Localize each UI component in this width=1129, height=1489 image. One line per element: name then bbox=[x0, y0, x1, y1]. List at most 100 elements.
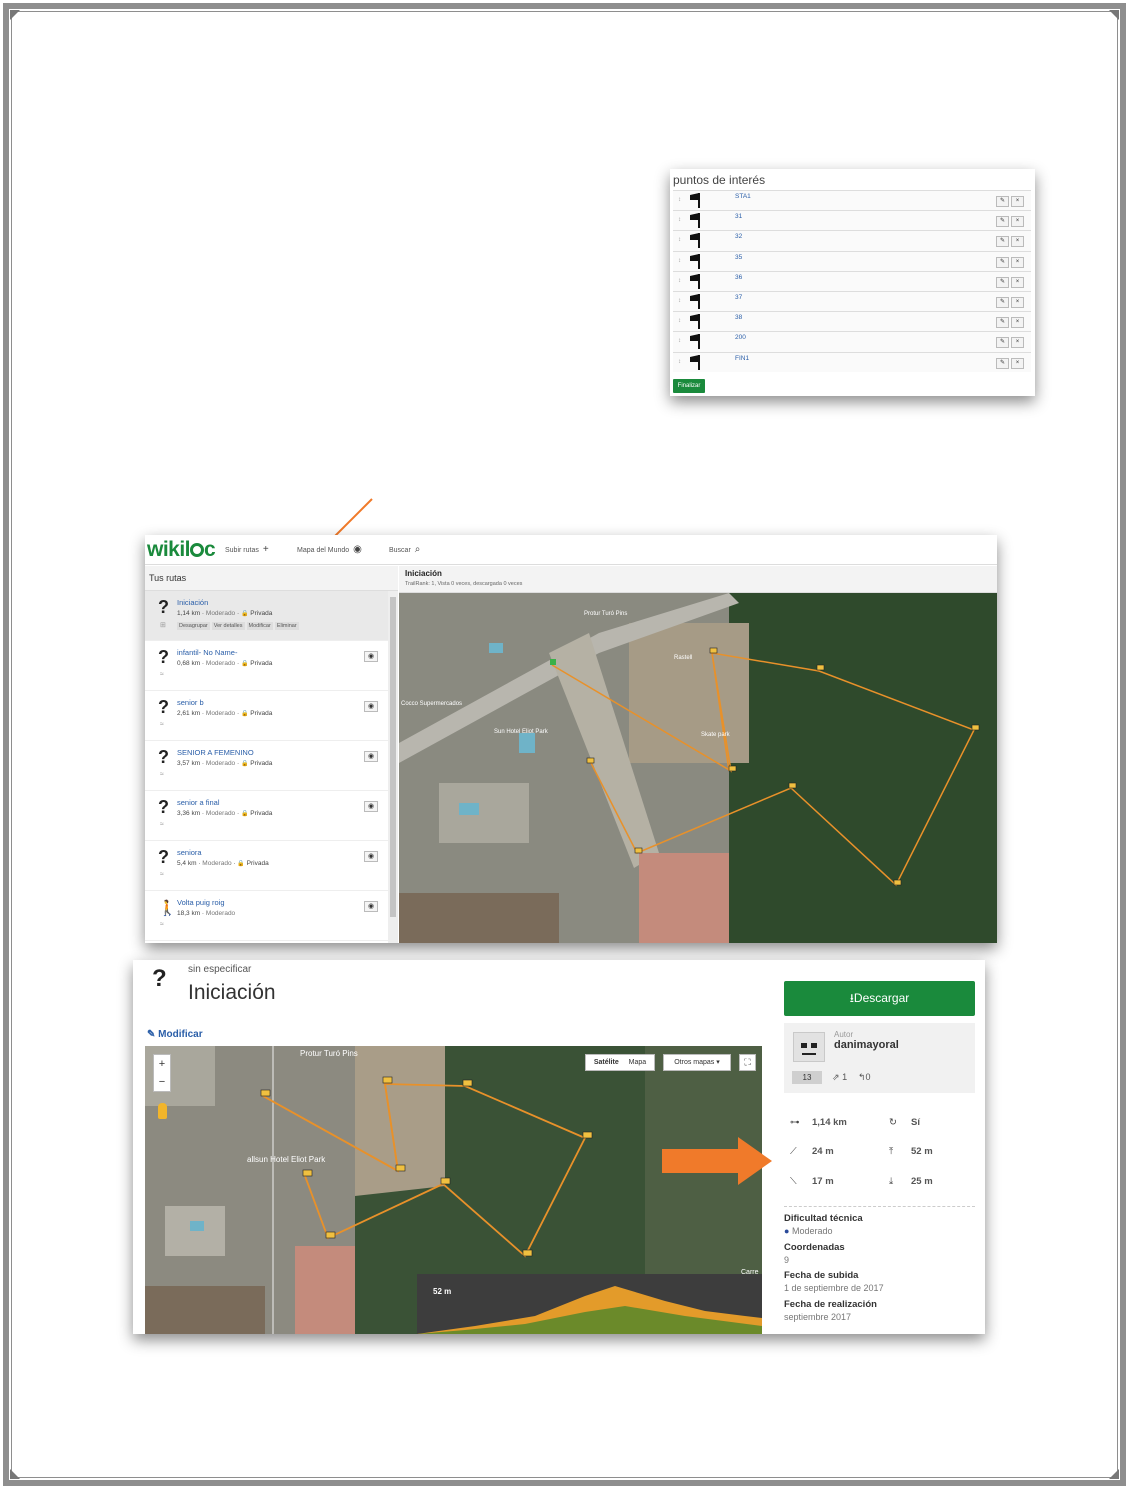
difficulty-dot-icon: ● bbox=[784, 1226, 790, 1236]
corner-mark bbox=[1109, 10, 1119, 20]
drag-handle-icon[interactable]: ↕ bbox=[678, 197, 681, 203]
route-map[interactable]: Protur Turó Pins allsun Hotel Eliot Park… bbox=[145, 1046, 762, 1334]
poi-name[interactable]: FIN1 bbox=[735, 355, 749, 362]
other-maps-dropdown[interactable]: Otros mapas ▾ bbox=[663, 1054, 731, 1071]
download-button[interactable]: ⭳Descargar bbox=[784, 981, 975, 1016]
pegman-icon[interactable] bbox=[158, 1103, 167, 1119]
pencil-icon[interactable]: ✎ bbox=[996, 276, 1009, 288]
pencil-icon[interactable]: ✎ bbox=[996, 296, 1009, 308]
route-name[interactable]: senior a final bbox=[177, 798, 220, 807]
activity-unknown-icon: ? bbox=[158, 647, 169, 667]
route-list-item[interactable]: ? ≈ senior a final 3,36 km · Moderado · 🔒 P… bbox=[145, 791, 388, 841]
pencil-icon[interactable]: ✎ bbox=[996, 236, 1009, 248]
pencil-icon[interactable]: ✎ bbox=[996, 216, 1009, 228]
route-name[interactable]: seniora bbox=[177, 848, 202, 857]
satellite-button[interactable]: Satélite bbox=[594, 1059, 619, 1066]
pencil-icon[interactable]: ✎ bbox=[996, 196, 1009, 207]
followers-icon: ⇗ bbox=[832, 1072, 840, 1082]
poi-list: ↕ STA1 ✎ × ↕ 31 ✎ × ↕ 32 ✎ × ↕ 35 ✎ × ↕ 36 ✎ × ↕ 37 ✎ × ↕ 38 ✎ × ↕ 20… bbox=[673, 190, 1031, 372]
flag-icon bbox=[690, 354, 700, 370]
search-link[interactable]: Buscar ⌕ bbox=[389, 544, 420, 555]
drag-handle-icon[interactable]: ↕ bbox=[678, 217, 681, 223]
pencil-icon[interactable]: ✎ bbox=[996, 317, 1009, 329]
eye-icon[interactable]: ◉ bbox=[364, 701, 378, 712]
route-name[interactable]: SENIOR A FEMENINO bbox=[177, 748, 254, 757]
wikiloc-logo[interactable]: wikilocwikilc bbox=[147, 538, 216, 562]
eye-icon[interactable]: ◉ bbox=[364, 651, 378, 662]
eye-icon[interactable]: ◉ bbox=[364, 801, 378, 812]
poi-name[interactable]: STA1 bbox=[735, 193, 751, 200]
world-map-link[interactable]: Mapa del Mundo ◉ bbox=[297, 544, 362, 555]
route-list-item[interactable]: 🚶 ≈ Volta puig roig 18,3 km · Moderado ◉ bbox=[145, 891, 388, 941]
pencil-icon[interactable]: ✎ bbox=[996, 337, 1009, 349]
x-icon[interactable]: × bbox=[1011, 296, 1024, 308]
route-list-item[interactable]: ? ≈ seniora 5,4 km · Moderado · 🔒 Privada ◉ bbox=[145, 841, 388, 891]
route-action-button[interactable]: Desagrupar bbox=[177, 622, 210, 630]
drag-handle-icon[interactable]: ↕ bbox=[678, 359, 681, 365]
x-icon[interactable]: × bbox=[1011, 357, 1024, 369]
drag-handle-icon[interactable]: ↕ bbox=[678, 278, 681, 284]
poi-name[interactable]: 35 bbox=[735, 254, 742, 261]
zoom-out-button[interactable]: − bbox=[154, 1073, 170, 1091]
route-action-button[interactable]: Eliminar bbox=[274, 622, 299, 630]
x-icon[interactable]: × bbox=[1011, 317, 1024, 329]
route-list-item[interactable]: ? ⊞ Iniciación 1,14 km · Moderado · 🔒 Priva… bbox=[145, 591, 388, 641]
scroll-thumb[interactable] bbox=[390, 597, 396, 917]
satellite-map-detail[interactable]: Protur Turó Pins allsun Hotel Eliot Park… bbox=[145, 1046, 762, 1334]
drag-handle-icon[interactable]: ↕ bbox=[678, 258, 681, 264]
zoom-in-button[interactable]: + bbox=[154, 1055, 170, 1073]
x-icon[interactable]: × bbox=[1011, 216, 1024, 228]
hiking-icon: 🚶 bbox=[158, 900, 177, 917]
drag-handle-icon[interactable]: ↕ bbox=[678, 318, 681, 324]
avatar[interactable] bbox=[793, 1032, 825, 1062]
pencil-icon[interactable]: ✎ bbox=[996, 357, 1009, 369]
route-list-item[interactable]: ? ≈ senior b 2,61 km · Moderado · 🔒 Privada… bbox=[145, 691, 388, 741]
flag-icon bbox=[690, 233, 700, 249]
poi-row: ↕ 38 ✎ × bbox=[673, 311, 1031, 332]
x-icon[interactable]: × bbox=[1011, 337, 1024, 349]
x-icon[interactable]: × bbox=[1011, 276, 1024, 288]
uploaded-label: Fecha de subida bbox=[784, 1270, 859, 1281]
route-action-button[interactable]: Modificar bbox=[246, 622, 273, 630]
satellite-map[interactable]: Protur Turó Pins Cocco Supermercados Sun… bbox=[399, 593, 997, 943]
stat-elevation-loss: ⟍ 17 m bbox=[790, 1176, 834, 1187]
eye-icon[interactable]: ◉ bbox=[364, 851, 378, 862]
author-name[interactable]: danimayoral bbox=[834, 1039, 899, 1051]
route-list-item[interactable]: ? ≈ infantil- No Name- 0,68 km · Moderado ·… bbox=[145, 641, 388, 691]
drag-handle-icon[interactable]: ↕ bbox=[678, 338, 681, 344]
x-icon[interactable]: × bbox=[1011, 236, 1024, 248]
poi-panel: puntos de interés ↕ STA1 ✎ × ↕ 31 ✎ × ↕ 32 ✎ × ↕ 35 ✎ ×… bbox=[670, 169, 1035, 396]
map-button[interactable]: Mapa bbox=[629, 1059, 647, 1066]
poi-name[interactable]: 200 bbox=[735, 334, 746, 341]
route-name[interactable]: infantil- No Name- bbox=[177, 648, 237, 657]
modify-link[interactable]: ✎ Modificar bbox=[147, 1029, 203, 1040]
route-name[interactable]: senior b bbox=[177, 698, 204, 707]
stack-icon: ≈ bbox=[160, 771, 164, 778]
poi-name[interactable]: 31 bbox=[735, 213, 742, 220]
x-icon[interactable]: × bbox=[1011, 196, 1024, 207]
finish-button[interactable]: Finalizar bbox=[673, 379, 705, 393]
poi-name[interactable]: 32 bbox=[735, 233, 742, 240]
upload-routes-link[interactable]: Subir rutas + bbox=[225, 544, 269, 555]
route-name[interactable]: Iniciación bbox=[177, 598, 208, 607]
route-list-item[interactable]: ? ≈ SENIOR A FEMENINO 3,57 km · Moderado · … bbox=[145, 741, 388, 791]
map-header: Iniciación TrailRank: 1, Vista 0 veces, … bbox=[399, 566, 997, 593]
eye-icon[interactable]: ◉ bbox=[364, 901, 378, 912]
x-icon[interactable]: × bbox=[1011, 256, 1024, 268]
flag-icon bbox=[690, 213, 700, 229]
route-list-scrollbar[interactable] bbox=[388, 591, 398, 943]
done-value: septiembre 2017 bbox=[784, 1312, 852, 1322]
poi-name[interactable]: 37 bbox=[735, 294, 742, 301]
route-name[interactable]: Volta puig roig bbox=[177, 898, 225, 907]
activity-type: sin especificar bbox=[188, 964, 252, 975]
poi-name[interactable]: 36 bbox=[735, 274, 742, 281]
zoom-controls: + − bbox=[153, 1054, 171, 1092]
eye-icon[interactable]: ◉ bbox=[364, 751, 378, 762]
pencil-icon[interactable]: ✎ bbox=[996, 256, 1009, 268]
poi-row: ↕ FIN1 ✎ × bbox=[673, 351, 1031, 372]
poi-name[interactable]: 38 bbox=[735, 314, 742, 321]
drag-handle-icon[interactable]: ↕ bbox=[678, 237, 681, 243]
fullscreen-icon[interactable]: ⛶ bbox=[739, 1054, 756, 1071]
drag-handle-icon[interactable]: ↕ bbox=[678, 298, 681, 304]
route-action-button[interactable]: Ver detalles bbox=[211, 622, 245, 630]
